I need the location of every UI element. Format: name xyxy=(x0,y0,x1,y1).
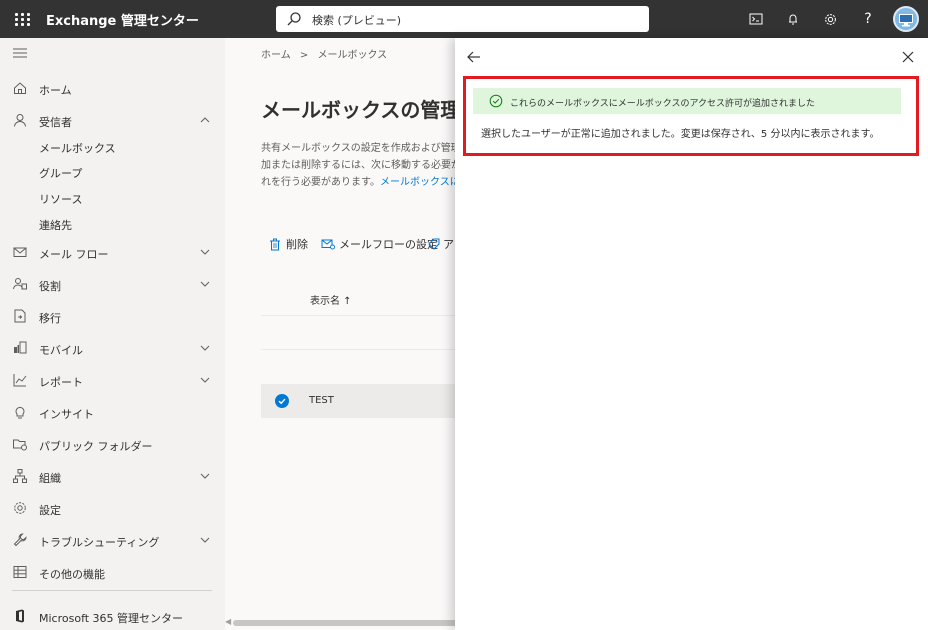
nav-item-other-features[interactable]: その他の機能 xyxy=(0,558,225,586)
flyout-panel: これらのメールボックスにメールボックスのアクセス許可が追加されました 選択したユ… xyxy=(455,38,928,630)
grid-icon xyxy=(13,566,27,578)
row-display-name: TEST xyxy=(309,395,334,406)
mailbox-help-link[interactable]: メールボックスに関 xyxy=(380,177,461,188)
nav-item-label: トラブルシューティング xyxy=(39,536,160,549)
nav-divider xyxy=(12,590,212,591)
search-icon xyxy=(287,12,301,26)
selected-check-icon[interactable] xyxy=(275,394,289,408)
nav-item-label: 役割 xyxy=(39,280,61,293)
close-icon[interactable] xyxy=(899,48,917,66)
left-navigation: ホーム 受信者 メールボックス グループ リソース 連絡先 メール フロー 役割… xyxy=(0,38,225,630)
tag-label: ア xyxy=(443,238,454,251)
nav-item-organization[interactable]: 組織 xyxy=(0,462,225,490)
chevron-down-icon xyxy=(200,345,210,351)
nav-item-label: パブリック フォルダー xyxy=(39,440,153,453)
breadcrumb-mailbox[interactable]: メールボックス xyxy=(317,50,387,61)
app-launcher-icon[interactable] xyxy=(12,8,34,30)
description-line: 加または削除するには、次に移動する必要が xyxy=(261,160,461,171)
breadcrumb: ホーム > メールボックス xyxy=(261,46,387,61)
wrench-icon xyxy=(13,533,27,547)
terminal-icon[interactable] xyxy=(746,9,766,29)
back-arrow-icon[interactable] xyxy=(465,48,483,66)
nav-item-mail-flow[interactable]: メール フロー xyxy=(0,238,225,266)
nav-item-label: 受信者 xyxy=(39,116,72,129)
chart-icon xyxy=(13,374,27,387)
chevron-down-icon xyxy=(200,377,210,383)
nav-item-settings[interactable]: 設定 xyxy=(0,494,225,522)
app-title[interactable]: Exchange 管理センター xyxy=(46,10,199,29)
nav-item-label: ホーム xyxy=(39,84,72,97)
horizontal-scrollbar[interactable] xyxy=(233,620,458,626)
home-icon xyxy=(14,82,26,94)
description-line: 共有メールボックスの設定を作成および管理 xyxy=(261,143,461,154)
description-line: れを行う必要があります。メールボックスに関 xyxy=(261,174,461,191)
search-placeholder: 検索 (プレビュー) xyxy=(312,14,402,27)
nav-item-label: 設定 xyxy=(39,504,61,517)
chevron-down-icon xyxy=(200,249,210,255)
column-header-display-name[interactable]: 表示名 ↑ xyxy=(310,292,352,307)
settings-icon xyxy=(14,502,26,514)
nav-item-label: 組織 xyxy=(39,472,61,485)
nav-item-roles[interactable]: 役割 xyxy=(0,270,225,298)
public-folder-icon xyxy=(13,439,27,451)
nav-item-label: インサイト xyxy=(39,408,94,421)
nav-item-recipients[interactable]: 受信者 xyxy=(0,106,225,134)
nav-item-home[interactable]: ホーム xyxy=(0,74,225,102)
chevron-down-icon xyxy=(200,281,210,287)
nav-item-insights[interactable]: インサイト xyxy=(0,398,225,426)
page-description: 共有メールボックスの設定を作成および管理 加または削除するには、次に移動する必要… xyxy=(261,140,461,191)
mail-flow-settings-button[interactable]: メールフローの設定 xyxy=(321,236,438,252)
top-bar: Exchange 管理センター 検索 (プレビュー) ? xyxy=(0,0,928,38)
sidebar-item-resources[interactable]: リソース xyxy=(39,191,82,207)
nav-item-reports[interactable]: レポート xyxy=(0,366,225,394)
delete-label: 削除 xyxy=(286,238,308,251)
nav-item-label: 移行 xyxy=(39,312,61,325)
breadcrumb-home[interactable]: ホーム xyxy=(261,50,291,61)
nav-item-label: モバイル xyxy=(39,344,83,357)
breadcrumb-separator: > xyxy=(299,50,309,61)
highlight-box xyxy=(463,76,919,156)
delete-button[interactable]: 削除 xyxy=(269,236,308,252)
migration-icon xyxy=(14,309,26,323)
description-text: れを行う必要があります。 xyxy=(261,177,380,188)
hamburger-menu-icon[interactable] xyxy=(12,46,28,60)
mail-settings-icon xyxy=(321,239,335,250)
sidebar-item-groups[interactable]: グループ xyxy=(39,165,82,181)
chevron-down-icon xyxy=(200,537,210,543)
chevron-down-icon xyxy=(200,473,210,479)
nav-item-label: メール フロー xyxy=(39,248,109,261)
nav-item-mobile[interactable]: モバイル xyxy=(0,334,225,362)
tag-icon xyxy=(428,238,440,250)
nav-item-public-folders[interactable]: パブリック フォルダー xyxy=(0,430,225,458)
trash-icon xyxy=(270,238,280,250)
mail-flow-settings-label: メールフローの設定 xyxy=(339,238,438,251)
bell-icon[interactable] xyxy=(783,9,803,29)
lightbulb-icon xyxy=(15,406,25,419)
chevron-up-icon xyxy=(200,117,210,123)
nav-item-migration[interactable]: 移行 xyxy=(0,302,225,330)
sidebar-item-contacts[interactable]: 連絡先 xyxy=(39,217,72,233)
office-icon xyxy=(16,609,24,623)
tag-button[interactable]: ア xyxy=(428,236,454,252)
avatar[interactable] xyxy=(893,6,919,32)
search-input[interactable]: 検索 (プレビュー) xyxy=(276,6,649,32)
roles-icon xyxy=(13,278,27,290)
page-title: メールボックスの管理 xyxy=(261,98,461,122)
scroll-left-arrow[interactable]: ◀ xyxy=(225,617,231,626)
mobile-icon xyxy=(14,341,27,354)
sidebar-item-mailbox[interactable]: メールボックス xyxy=(39,140,116,156)
nav-item-label: その他の機能 xyxy=(39,568,105,581)
nav-item-troubleshooting[interactable]: トラブルシューティング xyxy=(0,526,225,554)
nav-item-label: レポート xyxy=(39,376,83,389)
nav-item-m365-admin-center[interactable]: Microsoft 365 管理センター xyxy=(0,602,225,630)
person-icon xyxy=(14,114,26,127)
nav-item-label: Microsoft 365 管理センター xyxy=(39,612,184,625)
gear-icon[interactable] xyxy=(820,9,840,29)
mail-icon xyxy=(13,247,27,257)
help-icon[interactable]: ? xyxy=(858,9,878,29)
org-icon xyxy=(13,469,27,483)
